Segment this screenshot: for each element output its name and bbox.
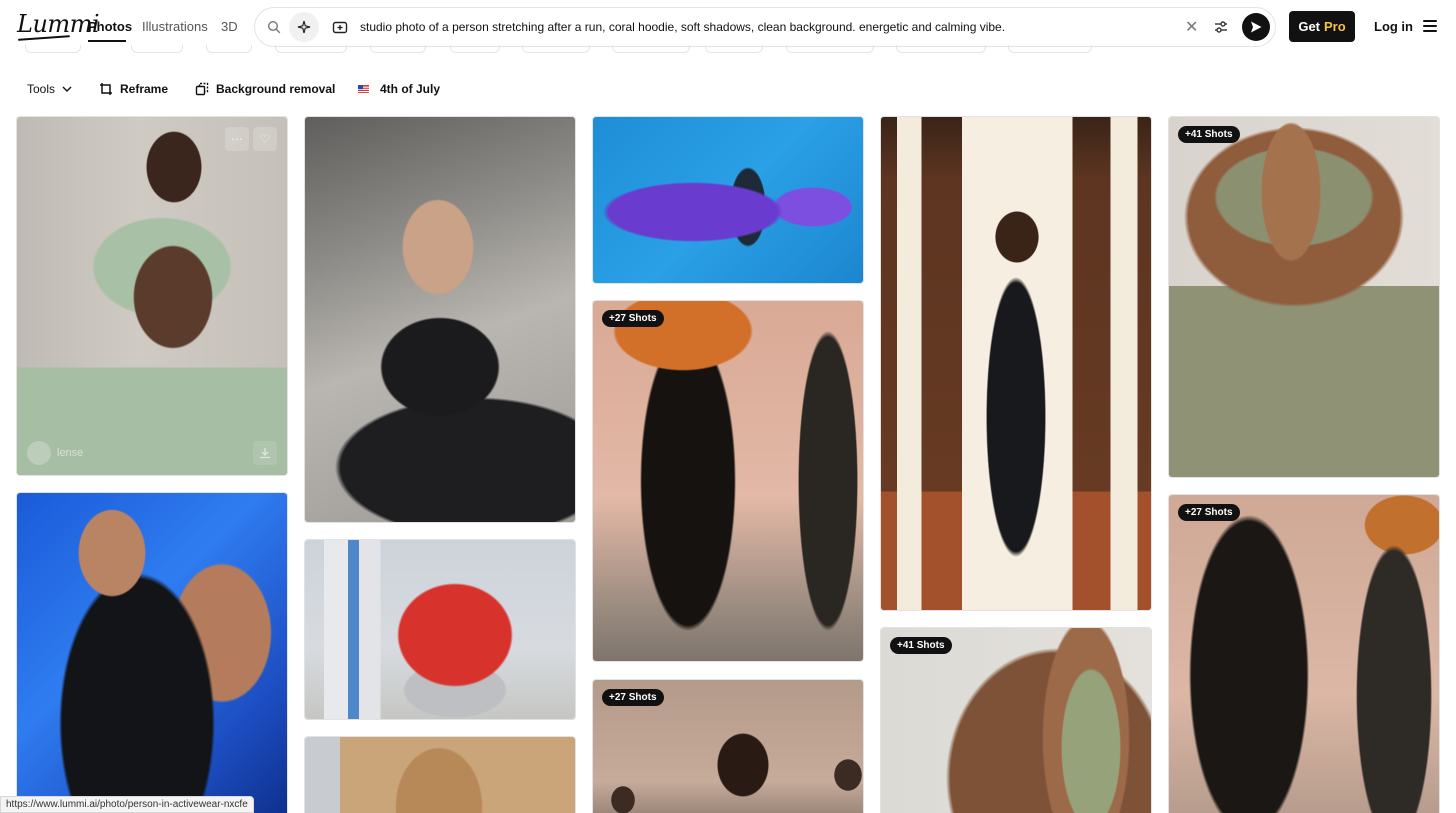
suggestion-chip[interactable]	[786, 45, 874, 53]
photo-sage-crop-top-woman	[17, 117, 287, 475]
author-name: lense	[57, 447, 84, 459]
lummi-logo[interactable]: Lummi	[17, 10, 100, 38]
suggestion-chip[interactable]	[522, 45, 590, 53]
layers-icon	[195, 82, 209, 96]
photo-card-running-legs[interactable]: +27 Shots	[592, 300, 864, 662]
suggestion-chip[interactable]	[705, 45, 763, 53]
photo-card-window-stretch[interactable]	[880, 116, 1152, 611]
photo-prayer-hands-closeup	[881, 628, 1151, 813]
heart-icon[interactable]: ♡	[253, 127, 277, 151]
photo-runner-purple-shards	[593, 117, 863, 283]
photo-olive-set-prayer-hands	[1169, 117, 1439, 477]
shots-badge: +27 Shots	[602, 310, 664, 327]
photo-card-prayer-hands[interactable]: +41 Shots	[880, 627, 1152, 813]
suggestion-chips-row	[0, 45, 1456, 55]
ai-sparkle-icon[interactable]	[289, 12, 319, 42]
photo-woman-wood-background	[305, 737, 575, 813]
background-removal-button[interactable]: Background removal	[195, 82, 335, 96]
suggestion-chip[interactable]	[370, 45, 426, 53]
tab-illustrations[interactable]: Illustrations	[142, 19, 208, 34]
search-icon[interactable]	[259, 12, 289, 42]
photo-card-group-runners[interactable]: +27 Shots	[592, 679, 864, 813]
us-flag-icon	[358, 85, 369, 93]
photo-window-stretch-silhouette	[881, 117, 1151, 610]
hamburger-menu-icon[interactable]	[1423, 20, 1437, 32]
filter-icon[interactable]	[1213, 16, 1229, 43]
suggestion-chip[interactable]	[206, 45, 252, 53]
tools-label: Tools	[27, 82, 56, 96]
photo-red-hoodie-lunge	[305, 540, 575, 719]
tab-photos[interactable]: Photos	[88, 19, 132, 34]
holiday-label: 4th of July	[380, 82, 441, 96]
shots-badge: +27 Shots	[1178, 504, 1240, 521]
avatar	[27, 441, 51, 465]
photo-card-purple-shards-runner[interactable]	[592, 116, 864, 284]
shots-badge: +41 Shots	[890, 637, 952, 654]
photo-card-sage-crop-top[interactable]: ⋯ ♡ lense	[16, 116, 288, 476]
more-options-icon[interactable]: ⋯	[225, 127, 249, 151]
photo-card-red-hoodie[interactable]	[304, 539, 576, 720]
image-search-icon[interactable]	[325, 12, 355, 42]
suggestion-chip[interactable]	[450, 45, 500, 53]
tools-toolbar: Tools Reframe Background removal 4th of …	[0, 76, 1456, 104]
suggestion-chip[interactable]	[25, 45, 81, 53]
crop-icon	[100, 83, 112, 95]
get-label: Get	[1298, 19, 1320, 34]
link-status-url: https://www.lummi.ai/photo/person-in-act…	[0, 796, 254, 813]
tools-dropdown[interactable]: Tools	[27, 82, 72, 96]
holiday-collection-button[interactable]: 4th of July	[358, 82, 440, 96]
shots-badge: +41 Shots	[1178, 126, 1240, 143]
clear-icon[interactable]: ✕	[1185, 17, 1198, 37]
photo-card-blue-tank-runner[interactable]	[16, 492, 288, 813]
tab-3d[interactable]: 3D	[221, 19, 238, 34]
suggestion-chip[interactable]	[612, 45, 690, 53]
photo-black-sports-bra-shadows	[305, 117, 575, 522]
get-pro-button[interactable]: Get Pro	[1289, 11, 1355, 42]
photo-card-running-legs-closeup[interactable]: +27 Shots	[1168, 494, 1440, 813]
background-removal-label: Background removal	[216, 82, 336, 96]
chevron-down-icon	[62, 86, 72, 92]
photo-blue-tank-runner-man	[17, 493, 287, 813]
reframe-label: Reframe	[120, 82, 169, 96]
photo-card-olive-set[interactable]: +41 Shots	[1168, 116, 1440, 478]
search-bar: studio photo of a person stretching afte…	[254, 7, 1276, 47]
photo-card-black-sports-bra[interactable]	[304, 116, 576, 523]
send-icon[interactable]	[1242, 13, 1270, 41]
suggestion-chip[interactable]	[896, 45, 986, 53]
photo-running-legs-orange	[593, 301, 863, 661]
download-icon[interactable]	[253, 441, 277, 465]
reframe-button[interactable]: Reframe	[99, 82, 168, 96]
shots-badge: +27 Shots	[602, 689, 664, 706]
search-input[interactable]: studio photo of a person stretching afte…	[360, 20, 1005, 34]
active-tab-indicator	[88, 40, 126, 42]
pro-label: Pro	[1324, 19, 1346, 34]
photo-card-woman-wood[interactable]	[304, 736, 576, 813]
photo-author[interactable]: lense	[27, 441, 83, 465]
suggestion-chip[interactable]	[131, 45, 183, 53]
suggestion-chip[interactable]	[275, 45, 347, 53]
photo-running-legs-closeup	[1169, 495, 1439, 813]
suggestion-chip[interactable]	[1008, 45, 1092, 53]
login-link[interactable]: Log in	[1374, 19, 1413, 34]
